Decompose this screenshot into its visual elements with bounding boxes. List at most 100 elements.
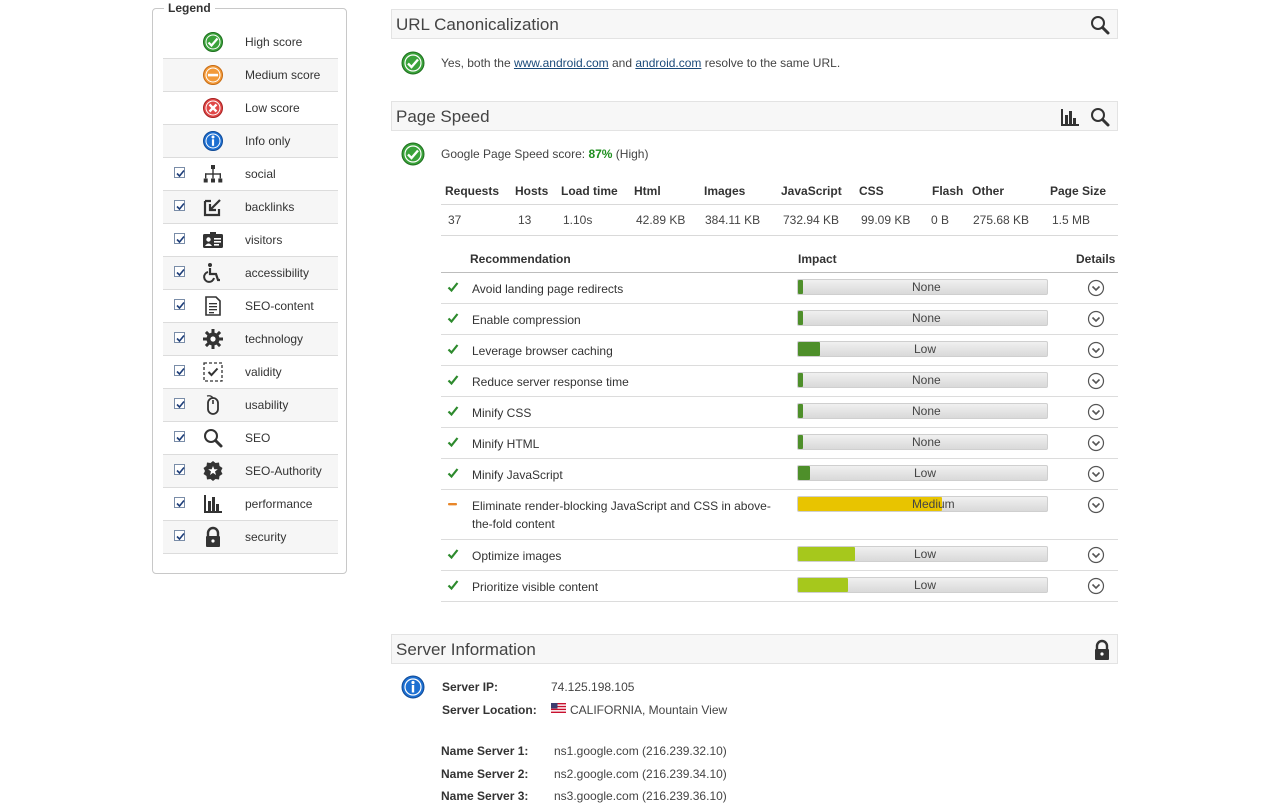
legend-item-social[interactable]: social: [163, 158, 338, 191]
badge-icon: [203, 461, 223, 481]
score-value: 87%: [588, 147, 613, 161]
legend-label: SEO-Authority: [245, 464, 322, 478]
stats-col-header: Load time: [561, 184, 618, 198]
expand-details-icon[interactable]: [1087, 341, 1105, 359]
legend-item-security[interactable]: security: [163, 521, 338, 554]
impact-label: Low: [914, 466, 937, 480]
legend-checkbox[interactable]: [174, 299, 185, 310]
impact-label: None: [912, 404, 941, 418]
stats-col-header: Hosts: [515, 184, 549, 198]
expand-details-icon[interactable]: [1087, 577, 1105, 595]
recommendation-name: Minify CSS: [472, 406, 532, 420]
stats-col-header: Html: [634, 184, 661, 198]
stats-value: 1.10s: [563, 213, 593, 227]
expand-details-icon[interactable]: [1087, 434, 1105, 452]
legend-list: High score Medium score Low score Info only…: [163, 26, 338, 554]
legend-checkbox[interactable]: [174, 266, 185, 277]
expand-details-icon[interactable]: [1087, 496, 1105, 514]
recommendation-name: Enable compression: [472, 313, 581, 327]
server-location-label: Server Location:: [442, 703, 537, 717]
legend-label: usability: [245, 398, 289, 412]
legend-checkbox[interactable]: [174, 431, 185, 442]
expand-details-icon[interactable]: [1087, 465, 1105, 483]
legend-item-validity[interactable]: validity: [163, 356, 338, 389]
recommendation-row: Minify JavaScript Low: [441, 459, 1118, 490]
col-recommendation: Recommendation: [470, 252, 571, 266]
legend-item-accessibility[interactable]: accessibility: [163, 257, 338, 290]
info-circle-icon: [401, 675, 425, 699]
impact-bar-fill: [798, 342, 820, 356]
legend-label: SEO-content: [245, 299, 314, 313]
lock-icon[interactable]: [1091, 639, 1113, 661]
col-details: Details: [1076, 252, 1116, 266]
legend-item-technology[interactable]: technology: [163, 323, 338, 356]
expand-details-icon[interactable]: [1087, 546, 1105, 564]
stats-col-header: Images: [704, 184, 746, 198]
legend-checkbox[interactable]: [174, 200, 185, 211]
stats-col-header: Flash: [932, 184, 964, 198]
info-circle-icon: [203, 131, 223, 151]
legend-label: visitors: [245, 233, 283, 247]
recommendation-row: Eliminate render-blocking JavaScript and…: [441, 490, 1118, 540]
legend-checkbox[interactable]: [174, 167, 185, 178]
impact-bar-fill: [798, 578, 848, 592]
legend-checkbox[interactable]: [174, 365, 185, 376]
impact-label: None: [912, 373, 941, 387]
impact-bar-fill: [798, 373, 803, 387]
legend-label: accessibility: [245, 266, 310, 280]
validity-icon: [203, 362, 223, 382]
legend-label: technology: [245, 332, 304, 346]
android-link[interactable]: android.com: [635, 56, 701, 70]
stats-value: 37: [448, 213, 462, 227]
legend-item-visitors[interactable]: visitors: [163, 224, 338, 257]
recommendation-row: Avoid landing page redirects None: [441, 273, 1118, 304]
name-server-2-label: Name Server 2:: [441, 767, 529, 781]
x-circle-icon: [203, 98, 223, 118]
legend-item-backlinks[interactable]: backlinks: [163, 191, 338, 224]
bar-chart-icon[interactable]: [1059, 106, 1081, 128]
impact-label: Low: [914, 342, 937, 356]
check-icon: [447, 549, 459, 560]
www-android-link[interactable]: www.android.com: [514, 56, 609, 70]
impact-bar-fill: [798, 404, 803, 418]
impact-bar: Low: [797, 546, 1048, 562]
recommendation-row: Minify CSS None: [441, 397, 1118, 428]
gear-icon: [203, 329, 223, 349]
text: Google Page Speed score:: [441, 147, 589, 161]
legend-title: Legend: [164, 1, 215, 15]
text: (High): [612, 147, 649, 161]
recommendation-name: Leverage browser caching: [472, 344, 613, 358]
impact-label: Low: [914, 578, 937, 592]
legend-item-seo-authority[interactable]: SEO-Authority: [163, 455, 338, 488]
legend-checkbox[interactable]: [174, 497, 185, 508]
check-circle-icon: [203, 32, 223, 52]
name-server-1-value: ns1.google.com (216.239.32.10): [554, 744, 727, 758]
legend-item-seo[interactable]: SEO: [163, 422, 338, 455]
legend-item-performance[interactable]: performance: [163, 488, 338, 521]
legend-checkbox[interactable]: [174, 332, 185, 343]
expand-details-icon[interactable]: [1087, 279, 1105, 297]
stats-value: 0 B: [931, 213, 950, 227]
expand-details-icon[interactable]: [1087, 310, 1105, 328]
impact-bar-fill: [798, 435, 803, 449]
expand-details-icon[interactable]: [1087, 403, 1105, 421]
expand-details-icon[interactable]: [1087, 372, 1105, 390]
check-circle-icon: [401, 142, 425, 166]
magnifier-icon[interactable]: [1089, 14, 1111, 36]
legend-checkbox[interactable]: [174, 398, 185, 409]
legend-item-high-score: High score: [163, 26, 338, 59]
legend-checkbox[interactable]: [174, 464, 185, 475]
legend-checkbox[interactable]: [174, 530, 185, 541]
legend-checkbox[interactable]: [174, 233, 185, 244]
legend-item-low-score: Low score: [163, 92, 338, 125]
section-title: Server Information: [396, 640, 536, 659]
legend-item-seo-content[interactable]: SEO-content: [163, 290, 338, 323]
legend-label: Medium score: [245, 68, 321, 82]
page-speed-score: Google Page Speed score: 87% (High): [441, 147, 648, 161]
legend-label: High score: [245, 35, 303, 49]
legend-item-usability[interactable]: usability: [163, 389, 338, 422]
impact-bar: None: [797, 434, 1048, 450]
page-speed-header: Page Speed: [391, 101, 1118, 131]
document-icon: [205, 296, 221, 316]
magnifier-icon[interactable]: [1089, 106, 1111, 128]
